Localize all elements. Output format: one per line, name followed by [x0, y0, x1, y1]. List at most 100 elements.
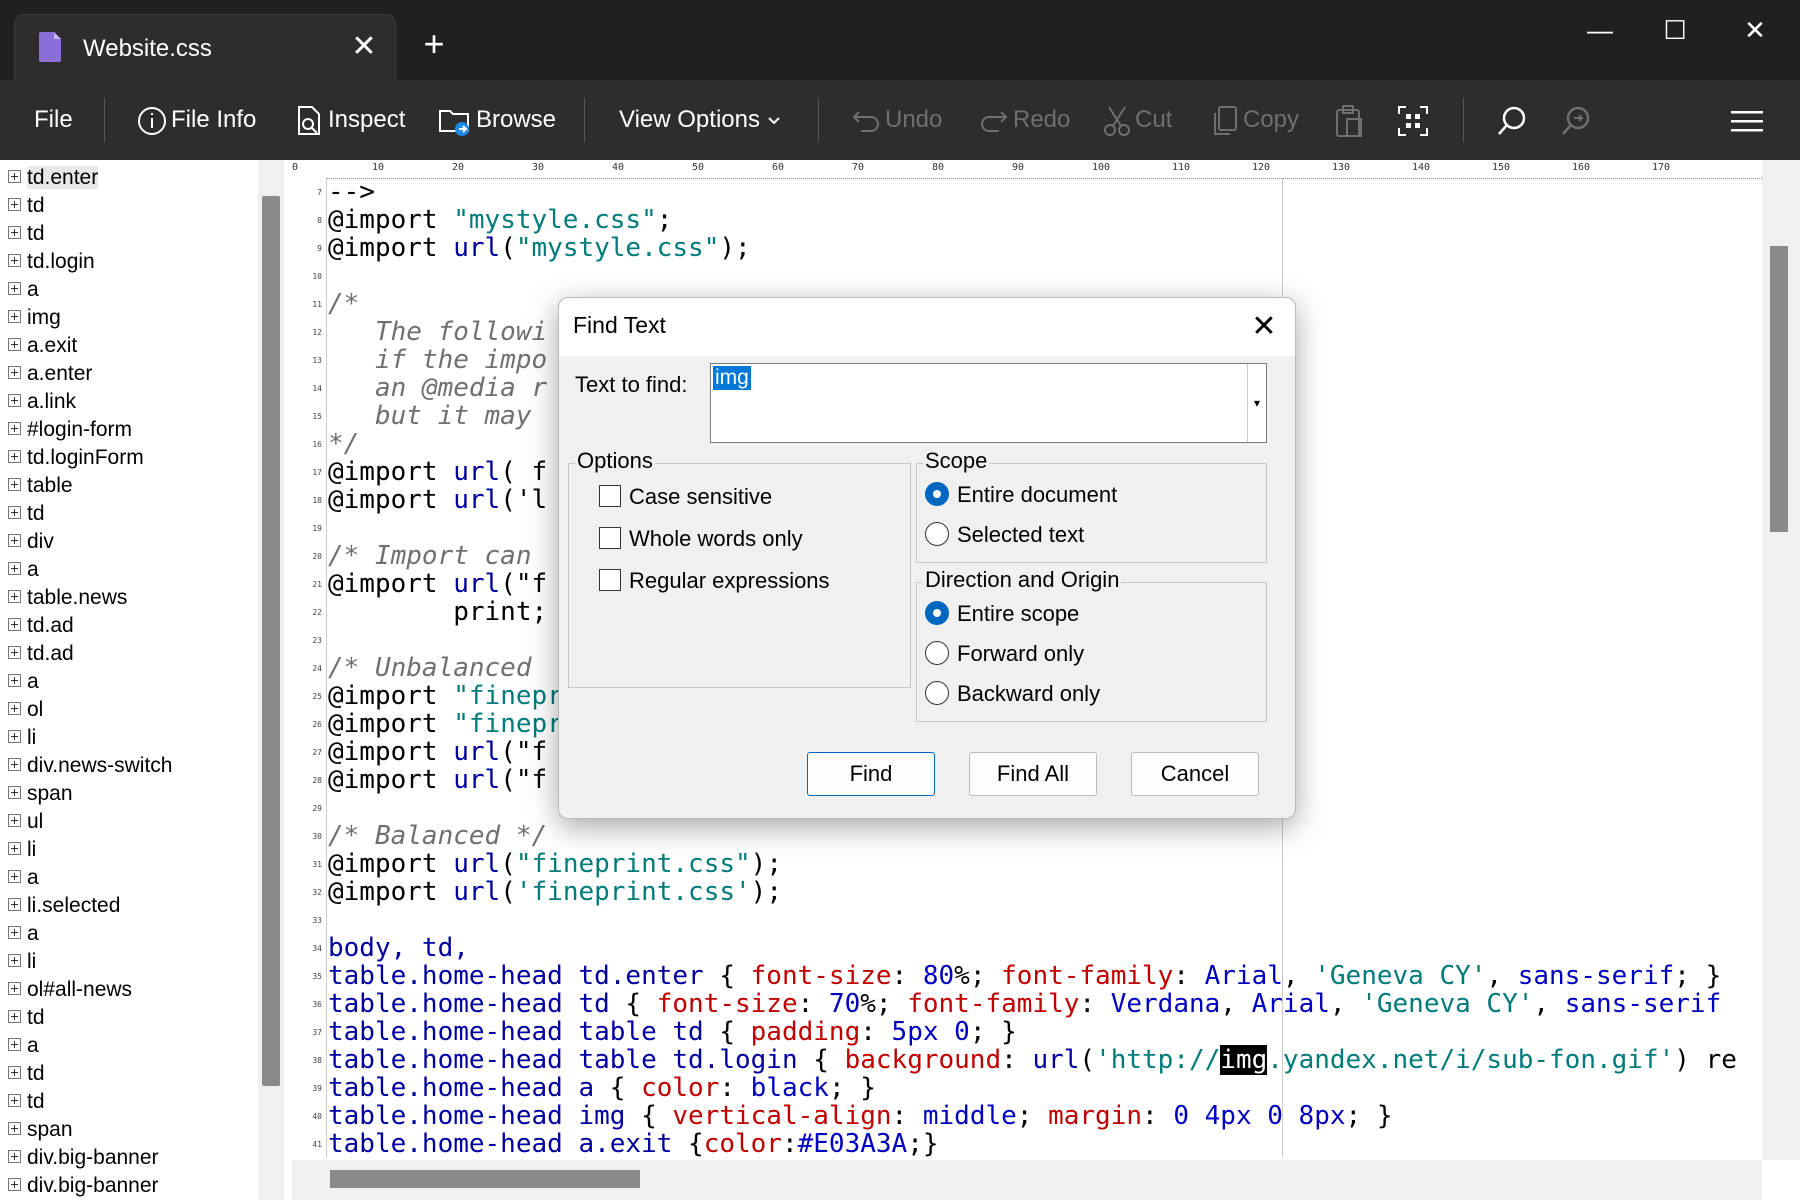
undo-button[interactable]: Undo — [851, 102, 942, 138]
code-line[interactable]: table.home-head td { font-size: 70%; fon… — [328, 990, 1721, 1018]
expand-icon[interactable] — [8, 897, 21, 911]
tree-item[interactable]: li — [8, 948, 36, 976]
expand-icon[interactable] — [8, 1121, 21, 1135]
expand-icon[interactable] — [8, 309, 21, 323]
tree-item[interactable]: div.news-switch — [8, 752, 172, 780]
expand-icon[interactable] — [8, 449, 21, 463]
code-line[interactable]: @import url("f — [328, 766, 547, 794]
dropdown-arrow-icon[interactable]: ▾ — [1247, 364, 1266, 442]
code-line[interactable]: @import url( f — [328, 458, 547, 486]
code-line[interactable]: @import "finepr — [328, 682, 563, 710]
expand-icon[interactable] — [8, 561, 21, 575]
radio-unselected[interactable] — [925, 681, 949, 706]
text-to-find-combobox[interactable]: img ▾ — [710, 363, 1267, 443]
expand-icon[interactable] — [8, 729, 21, 743]
code-line[interactable]: @import url('fineprint.css'); — [328, 878, 782, 906]
new-tab-button[interactable]: + — [414, 24, 454, 64]
expand-icon[interactable] — [8, 1009, 21, 1023]
tree-item[interactable]: td.login — [8, 248, 95, 276]
tree-item[interactable]: ul — [8, 808, 43, 836]
tree-item[interactable]: div.big-banner — [8, 1144, 159, 1172]
expand-icon[interactable] — [8, 1037, 21, 1051]
code-line[interactable]: The followi — [328, 318, 547, 346]
expand-icon[interactable] — [8, 365, 21, 379]
view-options-button[interactable]: View Options — [619, 102, 785, 138]
tree-item[interactable]: td — [8, 1088, 45, 1116]
tree-item[interactable]: span — [8, 780, 73, 808]
tab-close-icon[interactable]: ✕ — [349, 27, 379, 67]
tree-item[interactable]: td.enter — [8, 164, 99, 192]
code-line[interactable]: --> — [328, 178, 375, 206]
tree-item[interactable]: a — [8, 556, 39, 584]
radio-selected[interactable] — [925, 601, 949, 626]
checkbox-box[interactable] — [599, 485, 621, 508]
code-line[interactable]: table.home-head img { vertical-align: mi… — [328, 1102, 1392, 1130]
code-line[interactable]: print; — [328, 598, 547, 626]
tree-item[interactable]: td.ad — [8, 640, 74, 668]
code-line[interactable]: an @media r — [328, 374, 547, 402]
checkbox-box[interactable] — [599, 527, 621, 550]
cut-button[interactable]: Cut — [1103, 102, 1172, 138]
expand-icon[interactable] — [8, 589, 21, 603]
code-line[interactable]: table.home-head table td.login { backgro… — [328, 1045, 1737, 1075]
tree-item[interactable]: a.enter — [8, 360, 92, 388]
search-button[interactable] — [1496, 102, 1532, 138]
expand-icon[interactable] — [8, 393, 21, 407]
tree-item[interactable]: li.selected — [8, 892, 120, 920]
code-line[interactable]: */ — [328, 430, 359, 458]
expand-icon[interactable] — [8, 505, 21, 519]
code-line[interactable]: @import url("f — [328, 738, 547, 766]
expand-icon[interactable] — [8, 673, 21, 687]
code-line[interactable]: @import url('l — [328, 486, 547, 514]
expand-icon[interactable] — [8, 421, 21, 435]
dialog-close-icon[interactable]: ✕ — [1245, 308, 1283, 346]
code-line[interactable]: table.home-head table td { padding: 5px … — [328, 1018, 1017, 1046]
code-line[interactable]: but it may — [328, 402, 547, 430]
expand-icon[interactable] — [8, 813, 21, 827]
code-line[interactable]: @import url("f — [328, 570, 547, 598]
code-line[interactable]: /* Balanced */ — [328, 822, 547, 850]
expand-icon[interactable] — [8, 337, 21, 351]
file-menu-button[interactable]: File — [34, 102, 73, 138]
code-line[interactable]: @import "mystyle.css"; — [328, 206, 672, 234]
tree-item[interactable]: div — [8, 528, 54, 556]
expand-icon[interactable] — [8, 869, 21, 883]
expand-icon[interactable] — [8, 701, 21, 715]
expand-icon[interactable] — [8, 1177, 21, 1191]
redo-button[interactable]: Redo — [979, 102, 1070, 138]
code-line[interactable]: table.home-head a.exit {color:#E03A3A;} — [328, 1130, 939, 1158]
maximize-button[interactable]: ☐ — [1645, 14, 1705, 46]
tab-website-css[interactable]: Website.css ✕ — [14, 14, 396, 80]
expand-icon[interactable] — [8, 757, 21, 771]
code-line[interactable]: @import "finepr — [328, 710, 563, 738]
expand-icon[interactable] — [8, 169, 21, 183]
tree-item[interactable]: td.loginForm — [8, 444, 144, 472]
expand-icon[interactable] — [8, 645, 21, 659]
expand-icon[interactable] — [8, 785, 21, 799]
tree-item[interactable]: li — [8, 724, 36, 752]
tree-item[interactable]: ol#all-news — [8, 976, 132, 1004]
tree-item[interactable]: td.ad — [8, 612, 74, 640]
radio-selected[interactable] — [925, 482, 949, 507]
code-line[interactable]: table.home-head td.enter { font-size: 80… — [328, 962, 1721, 990]
find-button[interactable]: Find — [807, 752, 935, 796]
text-to-find-input[interactable]: img — [713, 366, 751, 390]
expand-icon[interactable] — [8, 477, 21, 491]
expand-icon[interactable] — [8, 197, 21, 211]
tree-item[interactable]: div.big-banner — [8, 1172, 159, 1200]
tree-scrollbar-thumb[interactable] — [262, 196, 280, 1086]
tree-item[interactable]: td — [8, 1060, 45, 1088]
tree-item[interactable]: td — [8, 500, 45, 528]
code-line[interactable]: /* Unbalanced — [328, 654, 547, 682]
editor-vertical-scrollbar-thumb[interactable] — [1770, 246, 1788, 532]
file-info-button[interactable]: File Info — [137, 102, 256, 138]
whole-words-checkbox[interactable]: Whole words only — [599, 526, 803, 552]
entire-document-radio[interactable]: Entire document — [925, 482, 1117, 508]
expand-icon[interactable] — [8, 1065, 21, 1079]
tree-item[interactable]: img — [8, 304, 61, 332]
expand-icon[interactable] — [8, 981, 21, 995]
tree-item[interactable]: a — [8, 864, 39, 892]
find-all-button[interactable]: Find All — [969, 752, 1097, 796]
expand-icon[interactable] — [8, 1149, 21, 1163]
tree-item[interactable]: td — [8, 220, 45, 248]
